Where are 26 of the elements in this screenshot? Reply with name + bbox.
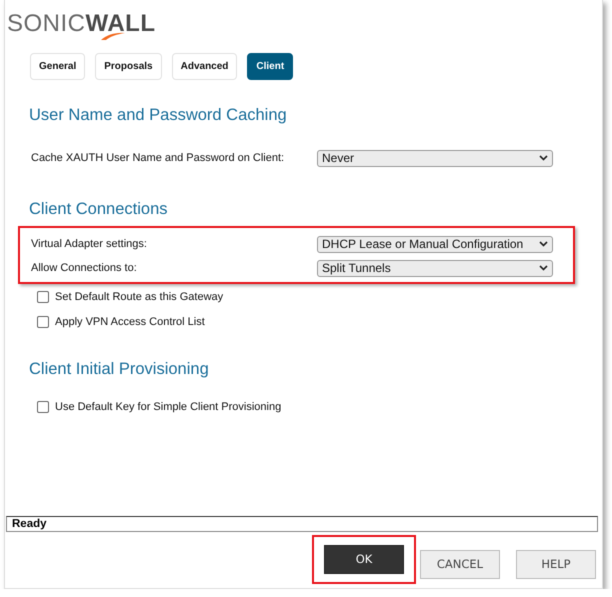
checkbox[interactable] xyxy=(37,400,49,412)
field-label: Allow Connections to: xyxy=(31,262,138,274)
checkbox[interactable] xyxy=(37,316,49,328)
dropdown[interactable]: Split Tunnels xyxy=(317,260,553,276)
dropdown[interactable]: Never xyxy=(317,150,553,166)
section-heading: Client Initial Provisioning xyxy=(29,360,210,380)
section-heading: Client Connections xyxy=(29,200,168,220)
chevron-down-icon xyxy=(539,155,548,161)
field-label: Cache XAUTH User Name and Password on Client: xyxy=(31,152,286,164)
dropdown[interactable]: DHCP Lease or Manual Configuration xyxy=(317,236,553,252)
checkbox-label: Apply VPN Access Control List xyxy=(55,316,205,328)
cancel-button[interactable]: CANCEL xyxy=(420,550,500,578)
tab[interactable]: Proposals xyxy=(95,53,162,80)
checkbox[interactable] xyxy=(37,290,49,302)
checkbox-label: Use Default Key for Simple Client Provisioning xyxy=(55,400,282,412)
tab[interactable]: Client xyxy=(247,53,294,80)
field-label: Virtual Adapter settings: xyxy=(31,238,148,250)
chevron-down-icon xyxy=(539,265,548,271)
status-bar: Ready xyxy=(6,516,598,532)
checkbox-label: Set Default Route as this Gateway xyxy=(55,290,224,302)
tab[interactable]: General xyxy=(30,53,86,80)
ok-button[interactable]: OK xyxy=(324,544,404,574)
tab[interactable]: Advanced xyxy=(172,53,238,80)
help-button[interactable]: HELP xyxy=(516,550,596,578)
chevron-down-icon xyxy=(539,241,548,247)
section-heading: User Name and Password Caching xyxy=(29,106,288,126)
